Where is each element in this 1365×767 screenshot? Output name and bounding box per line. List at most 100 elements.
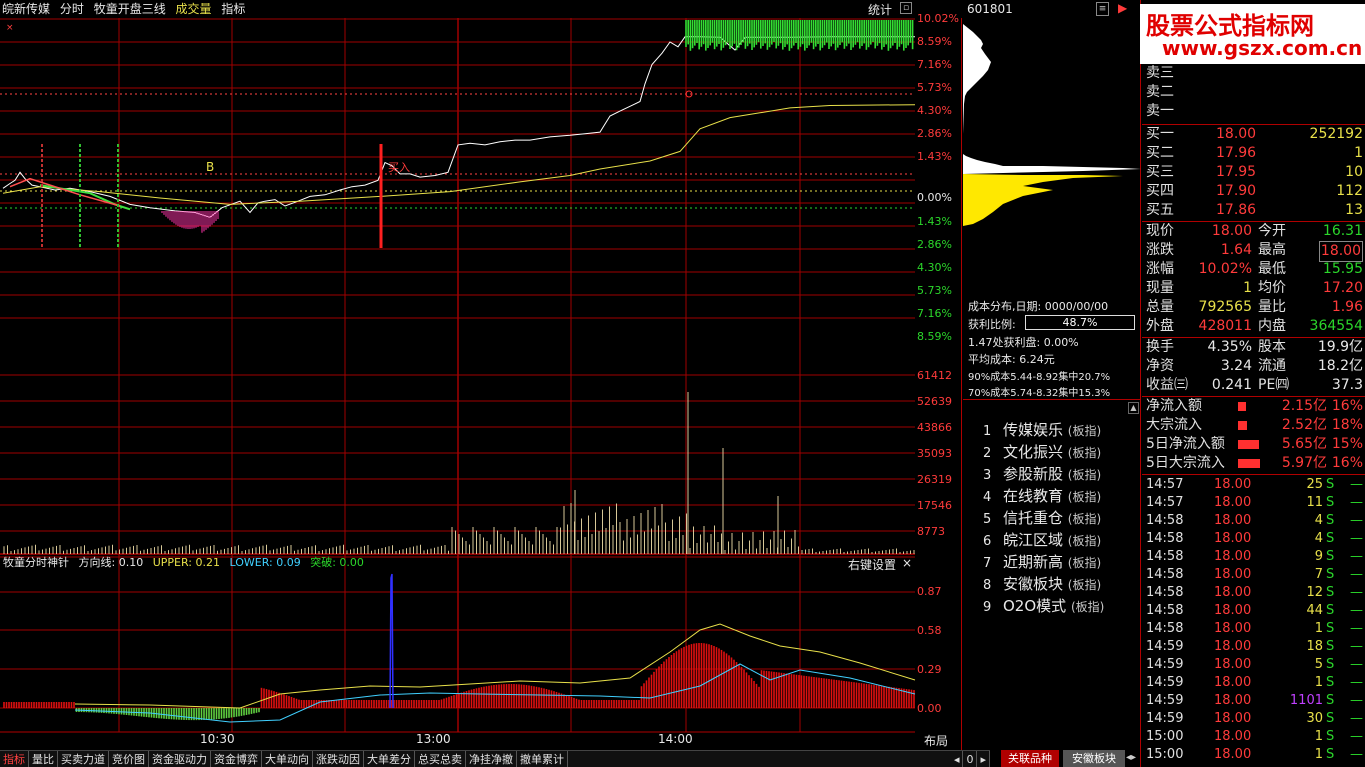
stat-value: 3.24 <box>1220 358 1252 374</box>
tick-volume: 11 <box>1306 495 1323 510</box>
sector-tag: (板指) <box>1067 578 1102 592</box>
tab-1[interactable]: 量比 <box>29 751 58 767</box>
sector-tag: (板指) <box>1067 512 1102 526</box>
tick-volume: 4 <box>1314 531 1323 546</box>
sector-item[interactable]: 2 文化振兴 (板指) <box>983 441 1101 463</box>
b-signal-label: B <box>206 160 215 174</box>
stat-value: 0.241 <box>1211 377 1252 393</box>
tick-volume: 18 <box>1306 639 1323 654</box>
tab-5[interactable]: 资金博弈 <box>211 751 262 767</box>
tick-row[interactable]: 14:59 18.00 5 S — <box>1142 656 1365 674</box>
tick-row[interactable]: 14:58 18.00 44 S — <box>1142 602 1365 620</box>
tick-row[interactable]: 14:59 18.00 30 S — <box>1142 710 1365 728</box>
tick-volume: 9 <box>1314 549 1323 564</box>
tab-6[interactable]: 大单动向 <box>262 751 313 767</box>
cost-title: 成本分布,日期: 0000/00/00 <box>968 300 1109 313</box>
collapse-icon[interactable]: ▫ <box>900 2 912 14</box>
tick-row[interactable]: 14:57 18.00 11 S — <box>1142 494 1365 512</box>
tab-arrow-left[interactable]: ◂ <box>951 751 964 767</box>
tick-row[interactable]: 15:00 18.00 1 S — <box>1142 746 1365 764</box>
tab-7[interactable]: 涨跌动因 <box>313 751 364 767</box>
chart-title-bar: 皖新传媒 分时 牧童开盘三线 成交量 指标 <box>0 0 915 18</box>
buy-level: 买一 18.00 252192 <box>1142 125 1365 144</box>
tab-9[interactable]: 总买总卖 <box>415 751 466 767</box>
notes-icon[interactable]: ≡ <box>1096 2 1109 16</box>
indicator-label[interactable]: 指标 <box>221 2 245 16</box>
tick-volume: 25 <box>1306 477 1323 492</box>
close-indicator-icon[interactable]: × <box>902 556 912 570</box>
indicator-axis-label: 0.58 <box>917 624 942 637</box>
tick-row[interactable]: 14:58 18.00 9 S — <box>1142 548 1365 566</box>
intraday-chart[interactable]: × <box>0 18 962 750</box>
tab-8[interactable]: 大单差分 <box>364 751 415 767</box>
sector-item[interactable]: 1 传媒娱乐 (板指) <box>983 419 1101 441</box>
tick-volume: 5 <box>1314 657 1323 672</box>
indicator-name[interactable]: 牧童分时神针 <box>3 556 69 569</box>
flow-bar <box>1238 402 1246 411</box>
tab-scroll-icon[interactable]: ◂▸ <box>1126 752 1136 763</box>
tick-side: S <box>1326 711 1335 726</box>
flow-amount: 2.15亿 <box>1281 398 1327 414</box>
row-label: 卖三 <box>1146 65 1174 81</box>
cost-profit-area <box>963 24 1141 174</box>
cost-distribution-panel: 601801 成本分布,日期: 0000/00/00 获利比例: 48.7% 1… <box>963 0 1141 767</box>
tab-related-products[interactable]: 关联品种 <box>1001 750 1059 767</box>
tick-row[interactable]: 14:58 18.00 1 S — <box>1142 620 1365 638</box>
buy-price: 17.90 <box>1216 183 1257 199</box>
sector-item[interactable]: 6 皖江区域 (板指) <box>983 529 1101 551</box>
quote-stat: 外盘 428011 内盘 364554 <box>1142 317 1365 336</box>
sector-item[interactable]: 5 信托重仓 (板指) <box>983 507 1101 529</box>
tick-row[interactable]: 14:59 18.00 1 S — <box>1142 674 1365 692</box>
scroll-up-icon[interactable]: ▲ <box>1128 402 1139 414</box>
sector-item[interactable]: 3 参股新股 (板指) <box>983 463 1101 485</box>
tab-3[interactable]: 竞价图 <box>109 751 149 767</box>
tick-dash: — <box>1350 495 1363 510</box>
tick-time: 14:59 <box>1146 657 1184 672</box>
tick-price: 18.00 <box>1214 477 1252 492</box>
tick-price: 18.00 <box>1214 495 1252 510</box>
tick-time: 15:00 <box>1146 747 1184 762</box>
tab-0[interactable]: 指标 <box>0 751 29 767</box>
tick-row[interactable]: 14:58 18.00 12 S — <box>1142 584 1365 602</box>
tab-11[interactable]: 撤单累计 <box>517 751 568 767</box>
sector-item[interactable]: 7 近期新高 (板指) <box>983 551 1101 573</box>
mode-label[interactable]: 分时 <box>60 2 84 16</box>
tick-time: 14:58 <box>1146 531 1184 546</box>
tab-2[interactable]: 买卖力道 <box>58 751 109 767</box>
formula-label[interactable]: 牧童开盘三线 <box>94 2 166 16</box>
tab-4[interactable]: 资金驱动力 <box>149 751 211 767</box>
tick-price: 18.00 <box>1214 747 1252 762</box>
sector-item[interactable]: 8 安徽板块 (板指) <box>983 573 1101 595</box>
tick-volume: 30 <box>1306 711 1323 726</box>
tick-side: S <box>1326 513 1335 528</box>
tick-side: S <box>1326 531 1335 546</box>
tick-row[interactable]: 14:58 18.00 7 S — <box>1142 566 1365 584</box>
tick-volume: 4 <box>1314 513 1323 528</box>
tick-price: 18.00 <box>1214 513 1252 528</box>
tick-row[interactable]: 14:57 18.00 25 S — <box>1142 476 1365 494</box>
tick-row[interactable]: 14:58 18.00 4 S — <box>1142 530 1365 548</box>
tick-volume: 1 <box>1314 621 1323 636</box>
tab-anhui-sector[interactable]: 安徽板块 <box>1063 750 1125 767</box>
stat-label: 净资 <box>1146 358 1174 374</box>
stats-button[interactable]: 统计 <box>868 1 892 18</box>
fundamental-stat: 换手 4.35% 股本 19.9亿 <box>1142 338 1365 357</box>
right-click-settings[interactable]: 右键设置 <box>848 556 896 573</box>
divider <box>963 399 1141 400</box>
stock-name[interactable]: 皖新传媒 <box>2 2 50 16</box>
sell-level: 卖三 <box>1142 64 1365 83</box>
tick-side: S <box>1326 639 1335 654</box>
volume-label[interactable]: 成交量 <box>176 2 212 16</box>
chart-canvas[interactable]: × <box>0 18 962 750</box>
flag-icon[interactable]: ▶ <box>1118 1 1127 15</box>
tick-row[interactable]: 15:00 18.00 1 S — <box>1142 728 1365 746</box>
tick-row[interactable]: 14:58 18.00 4 S — <box>1142 512 1365 530</box>
tick-row[interactable]: 14:59 18.00 1101 S — <box>1142 692 1365 710</box>
sector-item[interactable]: 4 在线教育 (板指) <box>983 485 1101 507</box>
buy-volume: 252192 <box>1309 126 1363 142</box>
tick-row[interactable]: 14:59 18.00 18 S — <box>1142 638 1365 656</box>
sector-item[interactable]: 9 O2O模式 (板指) <box>983 595 1104 617</box>
flow-label: 净流入额 <box>1146 398 1202 414</box>
tab-10[interactable]: 净挂净撤 <box>466 751 517 767</box>
layout-button[interactable]: 布局 <box>924 732 948 749</box>
